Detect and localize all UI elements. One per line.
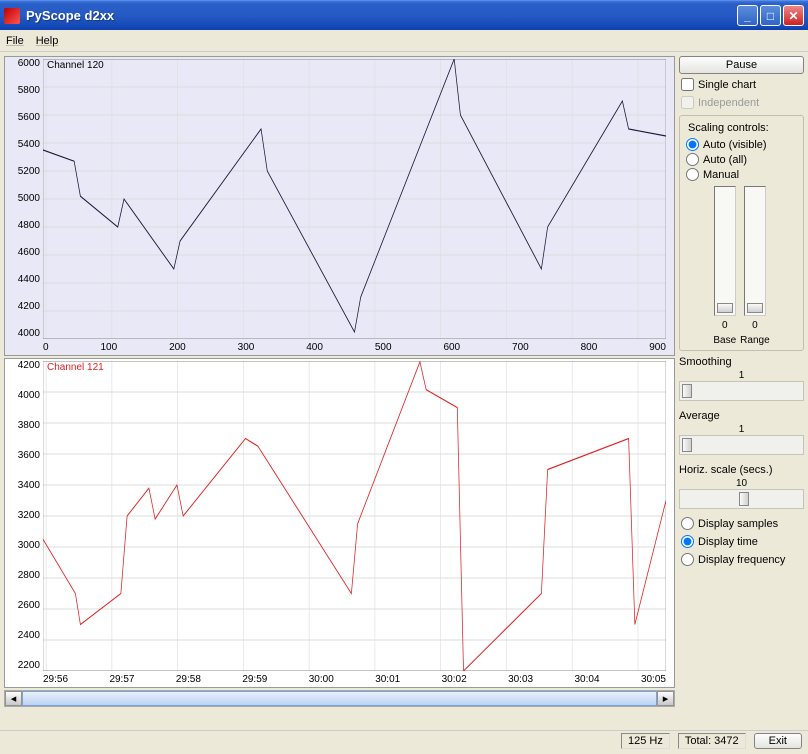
range-slider[interactable]: 0 Range <box>740 186 769 346</box>
close-button[interactable]: ✕ <box>783 5 804 26</box>
scroll-left-icon[interactable]: ◂ <box>5 691 22 706</box>
single-chart-checkbox[interactable]: Single chart <box>679 77 804 92</box>
maximize-button[interactable]: □ <box>760 5 781 26</box>
status-hz: 125 Hz <box>621 733 670 749</box>
menu-file[interactable]: File <box>6 35 24 47</box>
window-title: PyScope d2xx <box>26 8 735 23</box>
minimize-button[interactable]: _ <box>737 5 758 26</box>
status-total: Total: 3472 <box>678 733 746 749</box>
exit-button[interactable]: Exit <box>754 733 802 749</box>
xaxis-121: 29:5629:5729:5829:5930:0030:0130:0230:03… <box>43 674 666 685</box>
titlebar: PyScope d2xx _ □ ✕ <box>0 0 808 30</box>
app-icon <box>4 8 20 24</box>
menu-help[interactable]: Help <box>36 35 59 47</box>
yaxis-121: 4200400038003600340032003000280026002400… <box>5 359 43 687</box>
radio-manual[interactable]: Manual <box>684 167 799 182</box>
smoothing-slider[interactable]: Smoothing 1 <box>679 356 804 401</box>
scaling-controls-group: Scaling controls: Auto (visible) Auto (a… <box>679 115 804 351</box>
base-slider[interactable]: 0 Base <box>713 186 736 346</box>
xaxis-120: 0100200300400500600700800900 <box>43 342 666 353</box>
radio-auto-all[interactable]: Auto (all) <box>684 152 799 167</box>
radio-display-samples[interactable]: Display samples <box>679 516 804 531</box>
horizontal-scrollbar[interactable]: ◂ ▸ <box>4 690 675 707</box>
average-slider[interactable]: Average 1 <box>679 410 804 455</box>
statusbar: 125 Hz Total: 3472 Exit <box>0 730 808 750</box>
scroll-right-icon[interactable]: ▸ <box>657 691 674 706</box>
horiz-scale-slider[interactable]: Horiz. scale (secs.) 10 <box>679 464 804 509</box>
radio-auto-visible[interactable]: Auto (visible) <box>684 137 799 152</box>
chart-channel-120: Channel 120 6000580056005400520050004800… <box>4 56 675 356</box>
radio-display-time[interactable]: Display time <box>679 534 804 549</box>
independent-checkbox: Independent <box>679 95 804 110</box>
side-panel: Pause Single chart Independent Scaling c… <box>679 56 804 726</box>
yaxis-120: 6000580056005400520050004800460044004200… <box>5 57 43 355</box>
chart-channel-121: Channel 121 4200400038003600340032003000… <box>4 358 675 688</box>
radio-display-frequency[interactable]: Display frequency <box>679 552 804 567</box>
menubar: File Help <box>0 30 808 52</box>
pause-button[interactable]: Pause <box>679 56 804 74</box>
